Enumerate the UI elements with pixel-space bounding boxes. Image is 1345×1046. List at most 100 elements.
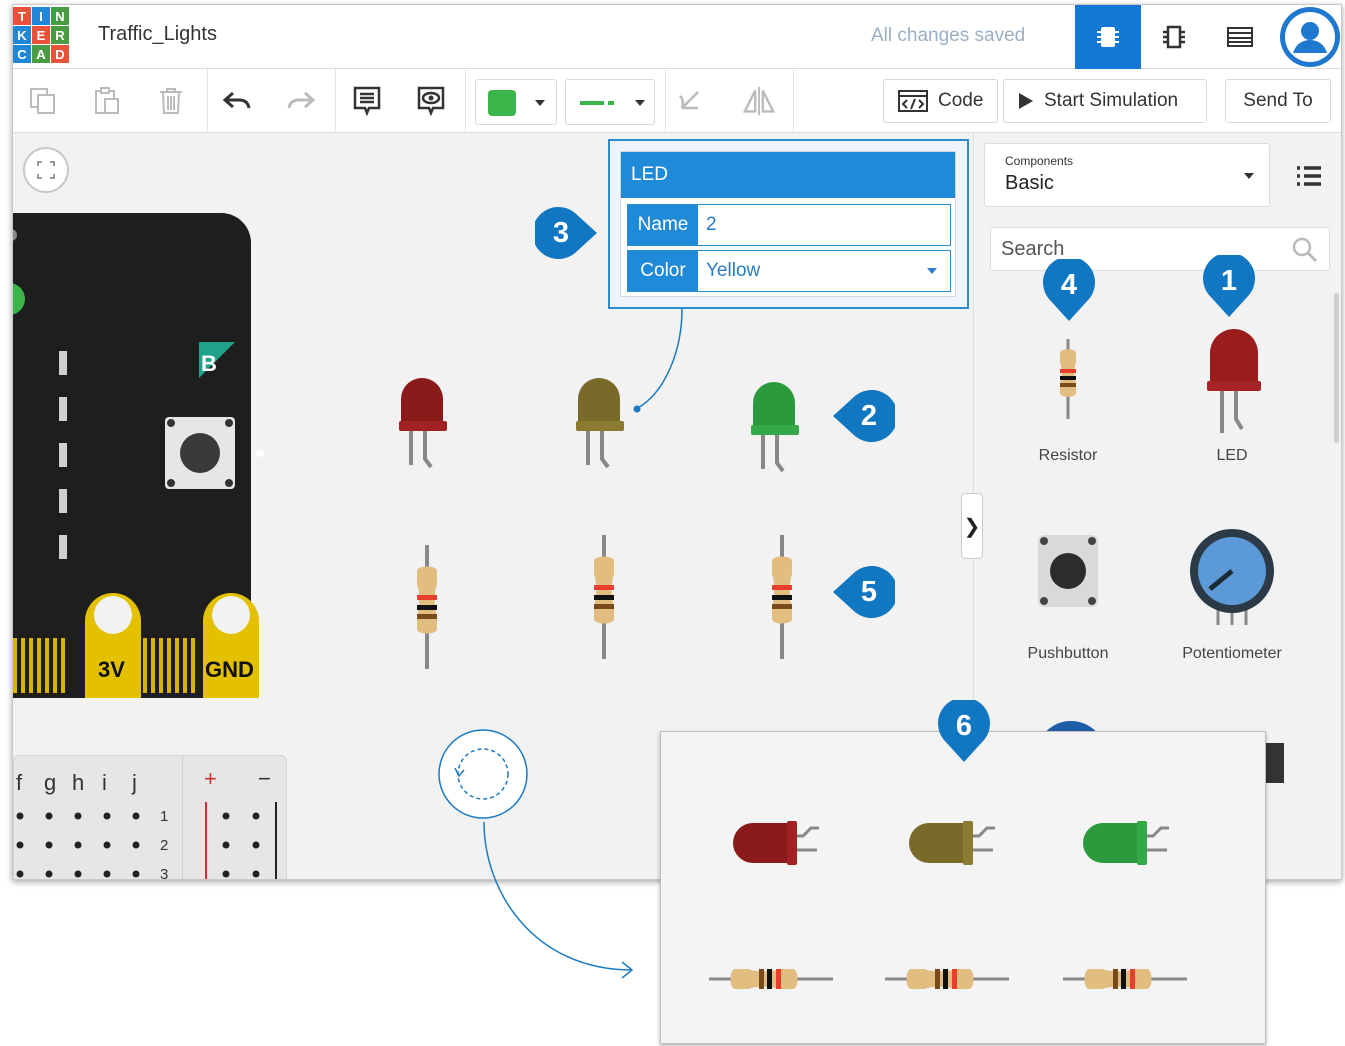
callout-6: 6 — [938, 697, 990, 762]
panel-scrollbar[interactable] — [1334, 293, 1339, 443]
paste-icon — [95, 87, 119, 114]
rotated-resistor-1 — [709, 969, 833, 989]
led-red[interactable] — [399, 377, 449, 469]
list-view-button[interactable] — [1286, 153, 1332, 199]
rotated-led-yellow — [909, 821, 995, 865]
code-button-label: Code — [938, 90, 984, 111]
resistor-icon — [1060, 339, 1076, 419]
delete-button[interactable] — [153, 83, 189, 119]
start-simulation-label: Start Simulation — [1044, 90, 1179, 111]
project-title[interactable]: Traffic_Lights — [98, 23, 217, 46]
flip-button[interactable] — [741, 83, 777, 119]
components-dropdown-label: Components — [1005, 154, 1074, 168]
pin-3v-label: 3V — [98, 657, 125, 682]
pin-gnd-label: GND — [205, 657, 254, 682]
led-inspector: LED Name 2 Color Yellow — [620, 151, 956, 297]
component-led[interactable]: LED — [1162, 329, 1302, 469]
notes-icon — [353, 86, 381, 117]
search-input[interactable]: Search — [1001, 238, 1064, 261]
components-dropdown[interactable]: Components Basic — [984, 143, 1270, 207]
color-select[interactable]: Yellow — [698, 251, 950, 291]
name-input[interactable]: 2 — [698, 205, 950, 245]
code-icon — [898, 90, 928, 112]
resistor-3[interactable] — [767, 535, 797, 659]
led-icon — [1207, 329, 1261, 433]
resistor-2[interactable] — [589, 535, 619, 659]
wire-style-icon — [580, 101, 614, 105]
search-icon — [1292, 237, 1318, 263]
button-b-label: B — [201, 351, 217, 376]
callout-1: 1 — [1203, 252, 1255, 317]
component-label: Resistor — [1038, 447, 1098, 464]
component-potentiometer[interactable]: Potentiometer — [1162, 529, 1302, 669]
rotated-components-preview — [660, 731, 1266, 1044]
name-field[interactable]: Name 2 — [627, 204, 951, 246]
user-icon — [1281, 8, 1339, 66]
components-dropdown-value: Basic — [1005, 172, 1054, 194]
circuit-view-button[interactable] — [1075, 5, 1141, 69]
user-avatar[interactable] — [1280, 7, 1340, 67]
send-to-button[interactable]: Send To — [1225, 79, 1331, 123]
breadboard-holes — [16, 802, 277, 879]
component-label: Pushbutton — [1027, 645, 1109, 662]
table-icon — [1227, 27, 1253, 47]
schematic-view-button[interactable] — [1141, 5, 1207, 69]
callout-2: 2 — [833, 390, 895, 442]
name-label: Name — [628, 205, 698, 245]
wire-style-dropdown[interactable] — [565, 79, 655, 125]
fit-view-button[interactable] — [23, 147, 69, 193]
redo-icon — [287, 91, 316, 109]
toolbar: Code Start Simulation Send To — [13, 69, 1341, 133]
breadboard[interactable]: f g h i j + − 1 2 3 — [13, 755, 287, 879]
chevron-down-icon — [1244, 173, 1254, 179]
play-icon — [1019, 93, 1033, 109]
fill-color-dropdown[interactable] — [475, 79, 557, 125]
fit-view-icon — [37, 161, 55, 179]
rotate-button[interactable] — [675, 83, 711, 119]
copy-button[interactable] — [25, 83, 61, 119]
send-to-label: Send To — [1243, 90, 1313, 111]
undo-button[interactable] — [219, 83, 255, 119]
start-simulation-button[interactable]: Start Simulation — [1003, 79, 1207, 123]
component-pushbutton[interactable]: Pushbutton — [998, 529, 1138, 669]
save-status: All changes saved — [871, 25, 1026, 46]
code-button[interactable]: Code — [883, 79, 999, 123]
rotate-hint — [438, 729, 528, 819]
chevron-down-icon — [535, 100, 545, 106]
copy-icon — [30, 88, 55, 114]
redo-button[interactable] — [283, 83, 319, 119]
potentiometer-icon — [1190, 529, 1274, 625]
trash-icon — [160, 88, 182, 114]
led-green[interactable] — [751, 381, 801, 473]
component-resistor[interactable]: Resistor — [998, 329, 1138, 469]
inspector-highlight: LED Name 2 Color Yellow — [608, 139, 969, 309]
microbit-board[interactable]: B 3V GND — [12, 213, 266, 703]
component-label: LED — [1216, 447, 1248, 464]
rotate-arrow — [483, 821, 634, 979]
component-list-view-button[interactable] — [1207, 5, 1273, 69]
chevron-down-icon — [927, 268, 937, 274]
chevron-down-icon — [635, 100, 645, 106]
callout-4: 4 — [1043, 256, 1095, 321]
color-field[interactable]: Color Yellow — [627, 250, 951, 292]
notes-button[interactable] — [349, 83, 385, 119]
color-select-value: Yellow — [706, 260, 761, 281]
undo-icon — [222, 91, 251, 109]
inspector-connector — [633, 308, 683, 413]
notes-visibility-button[interactable] — [413, 83, 449, 119]
panel-collapse-button[interactable]: ❯ — [961, 493, 983, 559]
rotated-led-red — [733, 821, 819, 865]
notes-visibility-icon — [417, 86, 445, 117]
component-partial[interactable] — [1264, 743, 1284, 783]
tinkercad-logo[interactable]: T I N K E R C A D — [13, 7, 73, 65]
resistor-1[interactable] — [412, 545, 442, 669]
rotated-led-green — [1083, 821, 1169, 865]
callout-5: 5 — [833, 566, 895, 618]
component-search[interactable]: Search — [990, 227, 1330, 271]
color-label: Color — [628, 251, 698, 291]
paste-button[interactable] — [89, 83, 125, 119]
fill-color-swatch — [488, 90, 516, 116]
pushbutton-icon — [1038, 535, 1098, 607]
rotated-resistor-2 — [885, 969, 1009, 989]
inspector-title: LED — [621, 152, 955, 198]
